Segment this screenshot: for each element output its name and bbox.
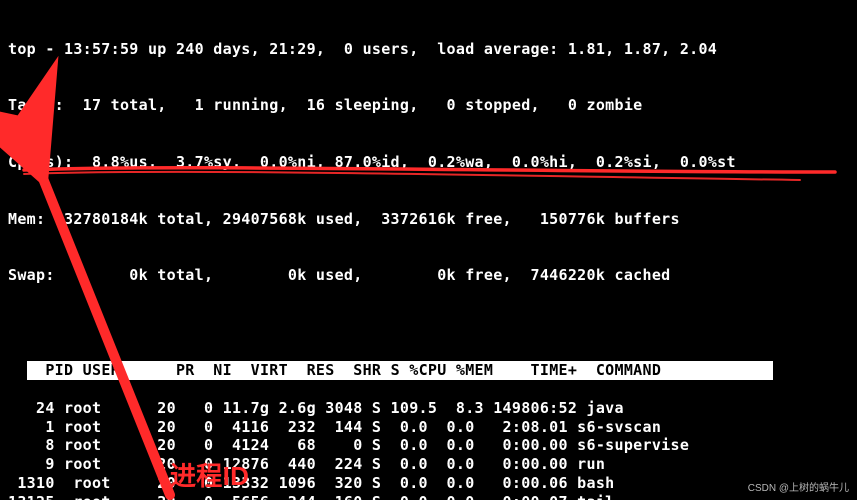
summary-line-mem: Mem: 32780184k total, 29407568k used, 33… — [8, 210, 849, 229]
table-row: 8 root 20 0 4124 68 0 S 0.0 0.0 0:00.00 … — [8, 436, 849, 455]
terminal-output: top - 13:57:59 up 240 days, 21:29, 0 use… — [0, 0, 857, 500]
watermark: CSDN @上树的蜗牛儿 — [748, 483, 849, 496]
process-list: 24 root 20 0 11.7g 2.6g 3048 S 109.5 8.3… — [8, 399, 849, 500]
summary-line-tasks: Tasks: 17 total, 1 running, 16 sleeping,… — [8, 96, 849, 115]
column-headers: PID USER PR NI VIRT RES SHR S %CPU %MEM … — [27, 361, 773, 380]
blank-line — [8, 323, 849, 342]
table-row: 13125 root 20 0 5656 244 160 S 0.0 0.0 0… — [8, 493, 849, 500]
summary-line-swap: Swap: 0k total, 0k used, 0k free, 744622… — [8, 266, 849, 285]
table-row: 24 root 20 0 11.7g 2.6g 3048 S 109.5 8.3… — [8, 399, 849, 418]
summary-line-cpu: Cpu(s): 8.8%us, 3.7%sy, 0.0%ni, 87.0%id,… — [8, 153, 849, 172]
table-row: 1 root 20 0 4116 232 144 S 0.0 0.0 2:08.… — [8, 418, 849, 437]
table-row: 1310 root 20 0 13332 1096 320 S 0.0 0.0 … — [8, 474, 849, 493]
table-row: 9 root 20 0 12876 440 224 S 0.0 0.0 0:00… — [8, 455, 849, 474]
summary-line-time: top - 13:57:59 up 240 days, 21:29, 0 use… — [8, 40, 849, 59]
